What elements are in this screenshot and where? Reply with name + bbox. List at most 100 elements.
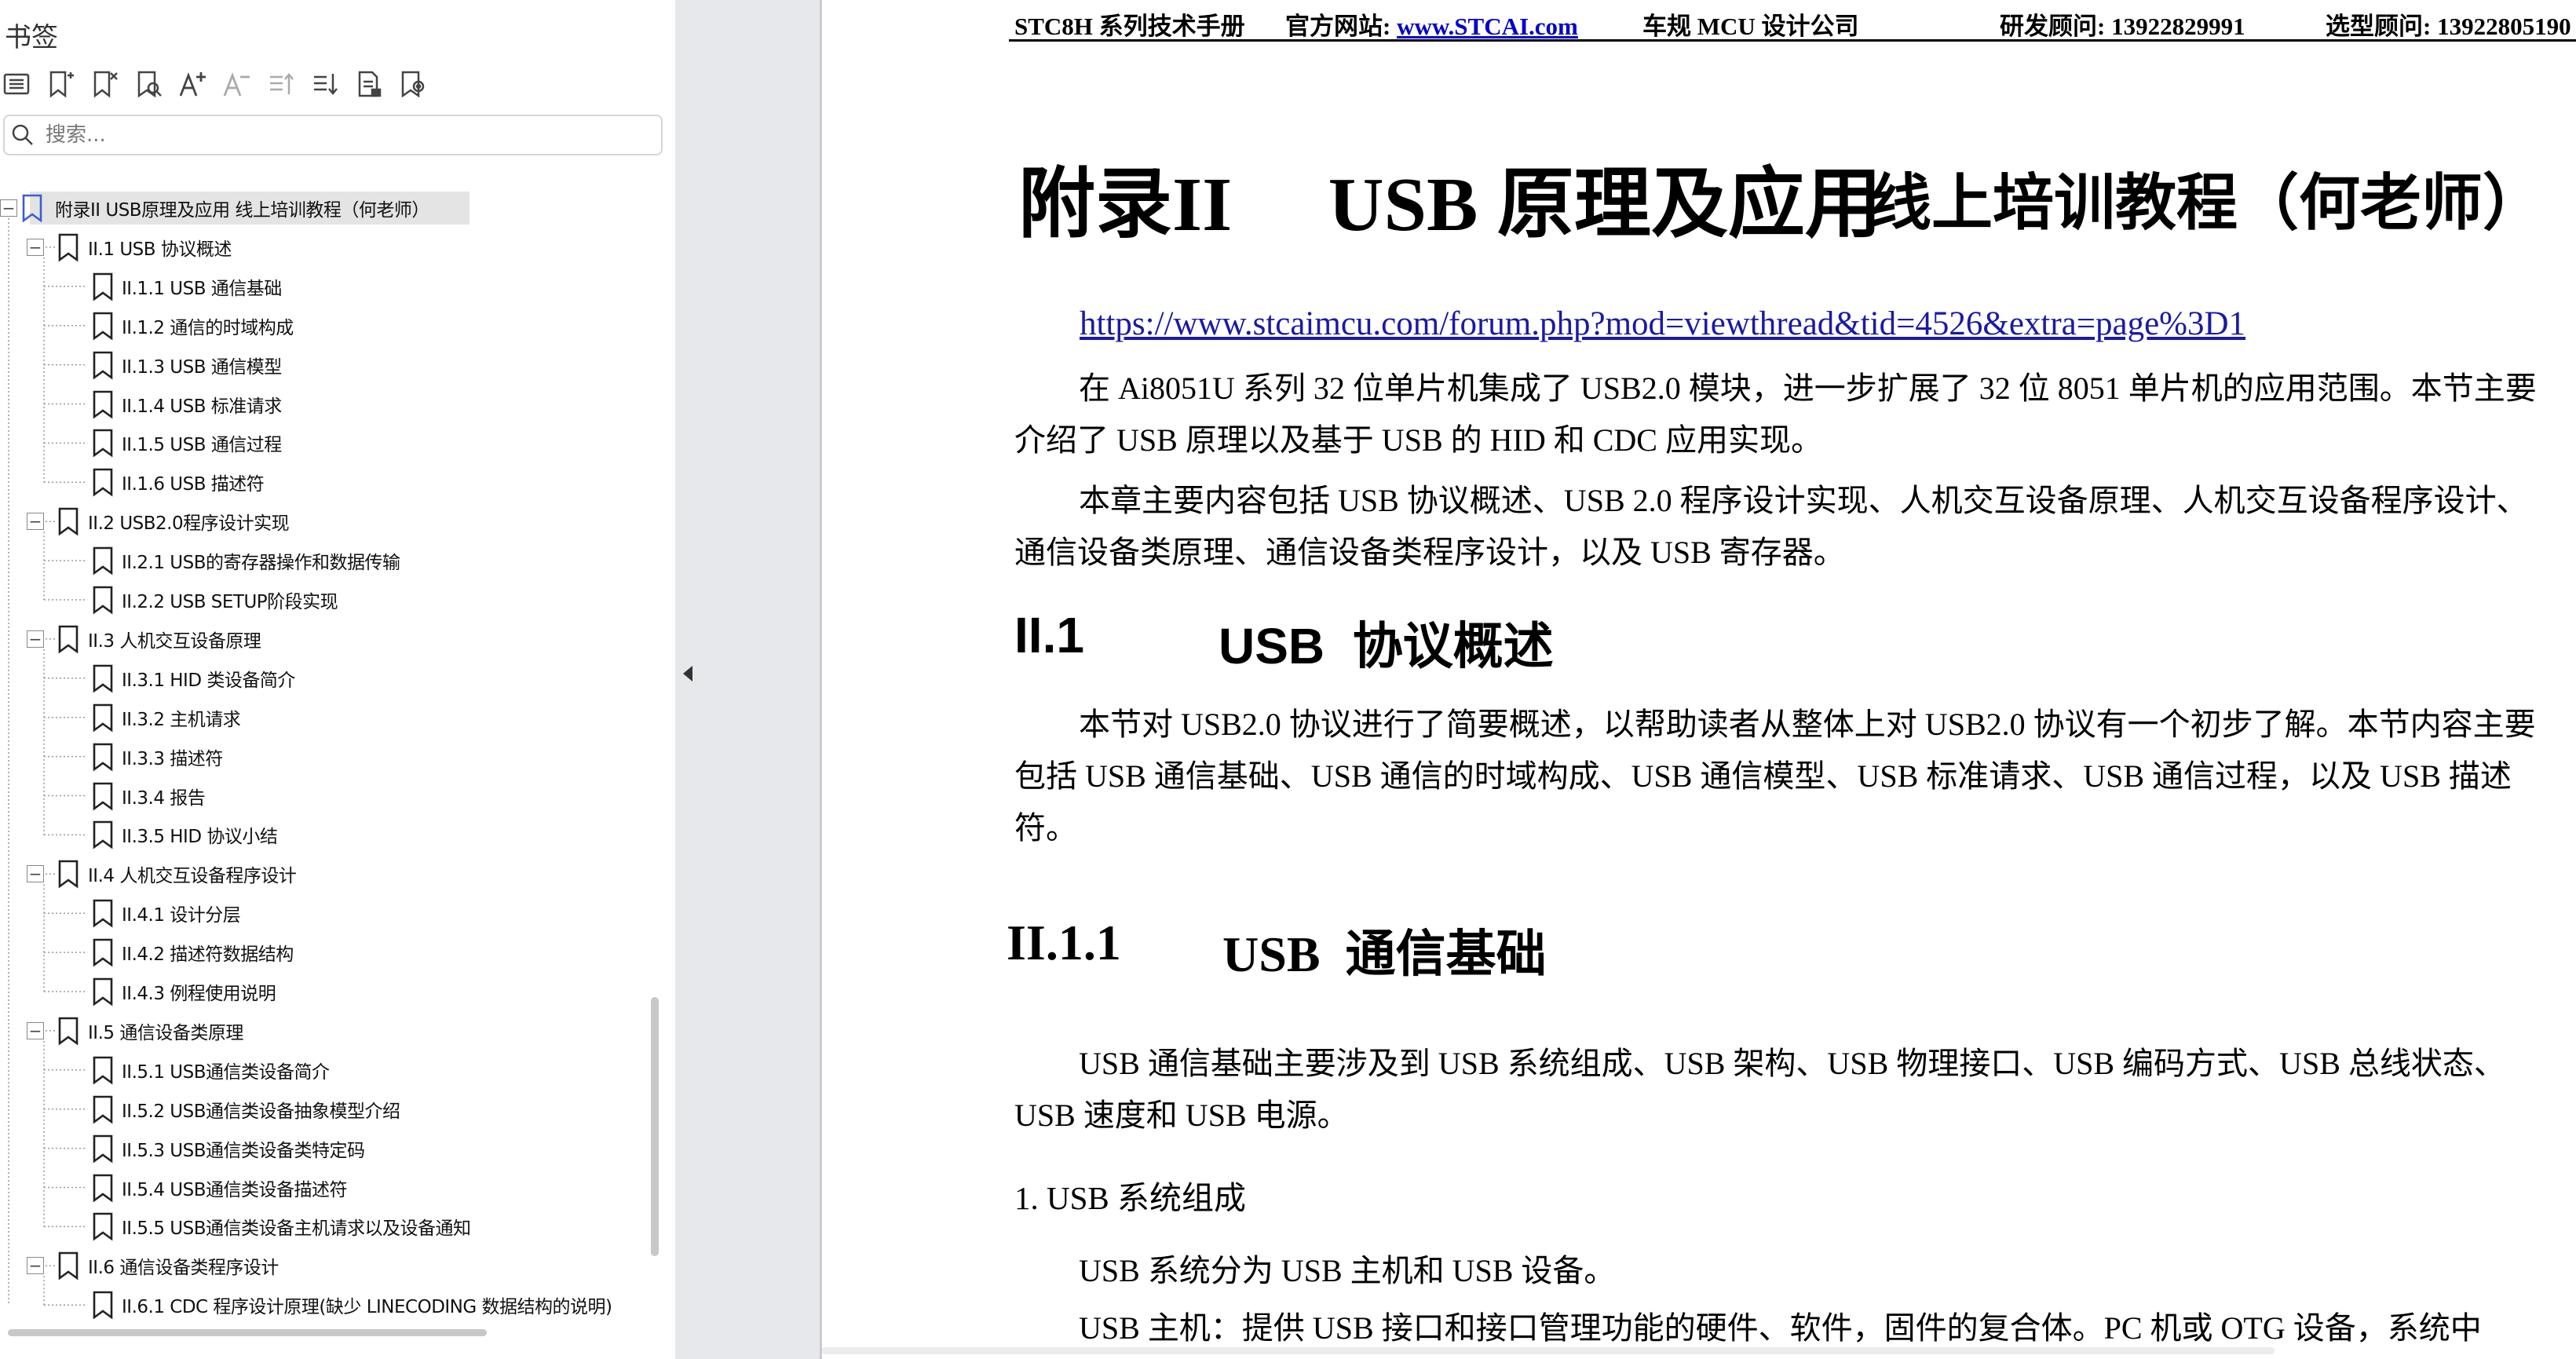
bookmark-icon [91,389,115,419]
bookmark-item[interactable]: II.1.1 USB 通信基础 [0,267,644,306]
bookmark-item[interactable]: II.2.1 USB的寄存器操作和数据传输 [0,541,644,580]
bookmark-item[interactable]: − II.4 人机交互设备程序设计 [0,854,644,893]
bookmark-item[interactable]: II.4.3 例程使用说明 [0,972,644,1011]
website-link[interactable]: www.STCAI.com [1397,13,1578,40]
promote-bookmark-icon[interactable] [265,66,295,102]
bookmark-label: II.5 通信设备类原理 [88,1022,243,1043]
bookmark-item[interactable]: II.4.2 描述符数据结构 [0,933,644,972]
bookmark-label: II.6 通信设备类程序设计 [88,1258,279,1279]
bookmark-icon [91,1094,115,1124]
bookmark-icon [91,742,115,772]
bookmark-label: II.1.2 通信的时域构成 [122,317,294,338]
bookmark-item[interactable]: II.1.4 USB 标准请求 [0,385,644,424]
bookmark-icon [91,1290,115,1319]
bookmark-label: II.5.1 USB通信类设备简介 [122,1061,330,1083]
bookmark-label: II.1.6 USB 描述符 [122,474,265,495]
bookmark-properties-icon[interactable] [353,66,383,102]
delete-bookmark-icon[interactable] [90,66,119,102]
caret-left-icon [683,666,692,681]
vertical-scrollbar[interactable] [651,997,659,1256]
bookmark-label: II.3.5 HID 协议小结 [122,827,278,848]
bookmark-icon [91,1055,115,1085]
appendix-subtitle: 线上培训教程（何老师） [1870,169,2545,237]
bookmark-item[interactable]: II.5.5 USB通信类设备主机请求以及设备通知 [0,1207,644,1246]
bookmark-icon [91,663,115,693]
bookmark-item[interactable]: II.3.3 描述符 [0,737,644,776]
bookmark-icon [91,898,115,928]
bookmark-item[interactable]: − II.3 人机交互设备原理 [0,619,644,659]
bookmark-label: II.1.4 USB 标准请求 [122,396,282,417]
bookmark-item[interactable]: − 附录II USB原理及应用 线上培训教程（何老师） [0,188,644,228]
collapse-panel-button[interactable] [678,658,697,689]
bookmark-item[interactable]: II.1.6 USB 描述符 [0,462,644,502]
font-decrease-icon[interactable] [221,66,251,102]
bookmark-label: II.4.2 描述符数据结构 [122,944,294,966]
forum-link[interactable]: https://www.stcaimcu.com/forum.php?mod=v… [1080,305,2245,343]
bookmark-label: II.4 人机交互设备程序设计 [88,866,297,887]
bookmark-item[interactable]: II.4.1 设计分层 [0,893,644,933]
bookmark-icon [91,977,115,1006]
bookmark-toolbar [0,64,427,104]
search-input[interactable] [44,122,644,148]
font-increase-icon[interactable] [177,66,207,102]
bookmark-label: II.3.3 描述符 [122,748,223,769]
bookmark-label: II.1.5 USB 通信过程 [122,435,282,456]
bookmark-icon [91,585,115,615]
bookmark-item[interactable]: II.5.2 USB通信类设备抽象模型介绍 [0,1090,644,1129]
bookmark-tree: − 附录II USB原理及应用 线上培训教程（何老师） − II.1 USB 协议概述… [0,188,644,1319]
collapse-toggle-icon[interactable]: − [27,238,44,256]
collapse-toggle-icon[interactable]: − [27,865,44,883]
bookmark-icon [91,1173,115,1203]
header-company: 车规 MCU 设计公司 [1642,13,1859,40]
bookmark-settings-icon[interactable] [397,66,427,102]
bookmark-item[interactable]: II.6.1 CDC 程序设计原理(缺少 LINECODING 数据结构的说明) [0,1285,644,1319]
find-bookmark-icon[interactable] [133,66,163,102]
document-horizontal-scrollbar[interactable] [822,1347,2275,1354]
bookmark-icon [57,859,80,889]
bookmark-icon [91,1134,115,1164]
bookmark-item[interactable]: II.5.3 USB通信类设备类特定码 [0,1129,644,1168]
bookmark-icon [91,428,115,458]
bookmark-item[interactable]: − II.2 USB2.0程序设计实现 [0,502,644,541]
add-bookmark-icon[interactable] [46,66,75,102]
bookmark-label: II.1 USB 协议概述 [88,239,232,260]
collapse-toggle-icon[interactable]: − [27,1257,44,1275]
bookmark-label: 附录II USB原理及应用 线上培训教程（何老师） [55,200,429,221]
bookmark-label: II.1.3 USB 通信模型 [122,356,282,378]
bookmark-icon [91,1211,115,1241]
bookmark-icon [91,820,115,849]
bookmark-search[interactable] [3,115,663,155]
collapse-toggle-icon[interactable]: − [0,199,17,217]
bookmark-item[interactable]: II.1.5 USB 通信过程 [0,423,644,462]
collapse-toggle-icon[interactable]: − [27,1021,44,1039]
bookmark-label: II.4.1 设计分层 [122,905,241,926]
bookmark-item[interactable]: − II.5 通信设备类原理 [0,1011,644,1050]
section-paragraph: 本节对 USB2.0 协议进行了简要概述，以帮助读者从整体上对 USB2.0 协… [1014,707,2536,846]
bookmark-label: II.5.4 USB通信类设备描述符 [122,1179,347,1200]
expand-list-icon[interactable] [2,66,31,102]
bookmark-item[interactable]: II.1.2 通信的时域构成 [0,306,644,345]
bookmark-item[interactable]: II.5.1 USB通信类设备简介 [0,1050,644,1090]
bookmark-item[interactable]: II.2.2 USB SETUP阶段实现 [0,580,644,619]
bookmark-label: II.6.1 CDC 程序设计原理(缺少 LINECODING 数据结构的说明) [122,1297,612,1318]
bookmark-item[interactable]: − II.6 通信设备类程序设计 [0,1246,644,1285]
bookmark-item[interactable]: II.3.1 HID 类设备简介 [0,659,644,698]
horizontal-scrollbar[interactable] [8,1329,487,1336]
panel-splitter[interactable] [675,0,822,1359]
bookmark-item[interactable]: II.1.3 USB 通信模型 [0,345,644,385]
bookmark-icon [91,937,115,967]
bookmark-item[interactable]: − II.1 USB 协议概述 [0,228,644,267]
collapse-toggle-icon[interactable]: − [27,513,44,531]
subsection-title: USB 通信基础 [1222,926,1547,982]
search-icon [12,124,33,145]
bookmark-label: II.1.1 USB 通信基础 [122,278,282,299]
item-paragraph-1: USB 系统分为 USB 主机和 USB 设备。 [1079,1253,1616,1288]
bookmark-item[interactable]: II.3.4 报告 [0,776,644,816]
demote-bookmark-icon[interactable] [309,66,339,102]
collapse-toggle-icon[interactable]: − [27,630,44,648]
bookmark-label: II.2 USB2.0程序设计实现 [88,513,290,535]
header-rule [1009,39,2576,42]
bookmark-item[interactable]: II.3.2 主机请求 [0,698,644,737]
bookmark-item[interactable]: II.3.5 HID 协议小结 [0,815,644,854]
bookmark-item[interactable]: II.5.4 USB通信类设备描述符 [0,1168,644,1207]
